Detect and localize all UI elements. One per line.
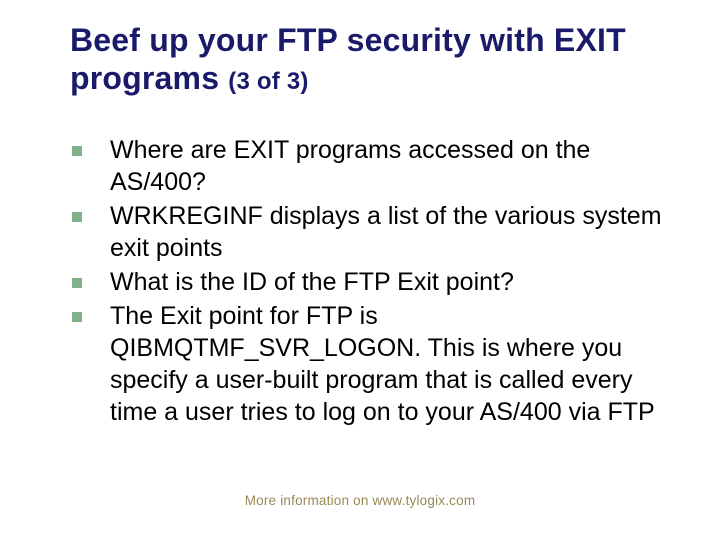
footer-text: More information on www.tylogix.com <box>0 493 720 508</box>
bullet-text: Where are EXIT programs accessed on the … <box>110 134 680 198</box>
bullet-text: WRKREGINF displays a list of the various… <box>110 200 680 264</box>
slide-title: Beef up your FTP security with EXIT prog… <box>70 22 680 98</box>
square-bullet-icon <box>70 134 110 156</box>
square-bullet-icon <box>70 300 110 322</box>
title-sub: (3 of 3) <box>228 68 308 95</box>
bullet-text: The Exit point for FTP is QIBMQTMF_SVR_L… <box>110 300 680 428</box>
square-bullet-icon <box>70 266 110 288</box>
list-item: What is the ID of the FTP Exit point? <box>70 266 680 298</box>
list-item: Where are EXIT programs accessed on the … <box>70 134 680 198</box>
bullet-list: Where are EXIT programs accessed on the … <box>70 134 680 428</box>
square-bullet-icon <box>70 200 110 222</box>
slide: Beef up your FTP security with EXIT prog… <box>0 0 720 540</box>
list-item: WRKREGINF displays a list of the various… <box>70 200 680 264</box>
title-main: Beef up your FTP security with EXIT prog… <box>70 22 626 96</box>
list-item: The Exit point for FTP is QIBMQTMF_SVR_L… <box>70 300 680 428</box>
bullet-text: What is the ID of the FTP Exit point? <box>110 266 680 298</box>
